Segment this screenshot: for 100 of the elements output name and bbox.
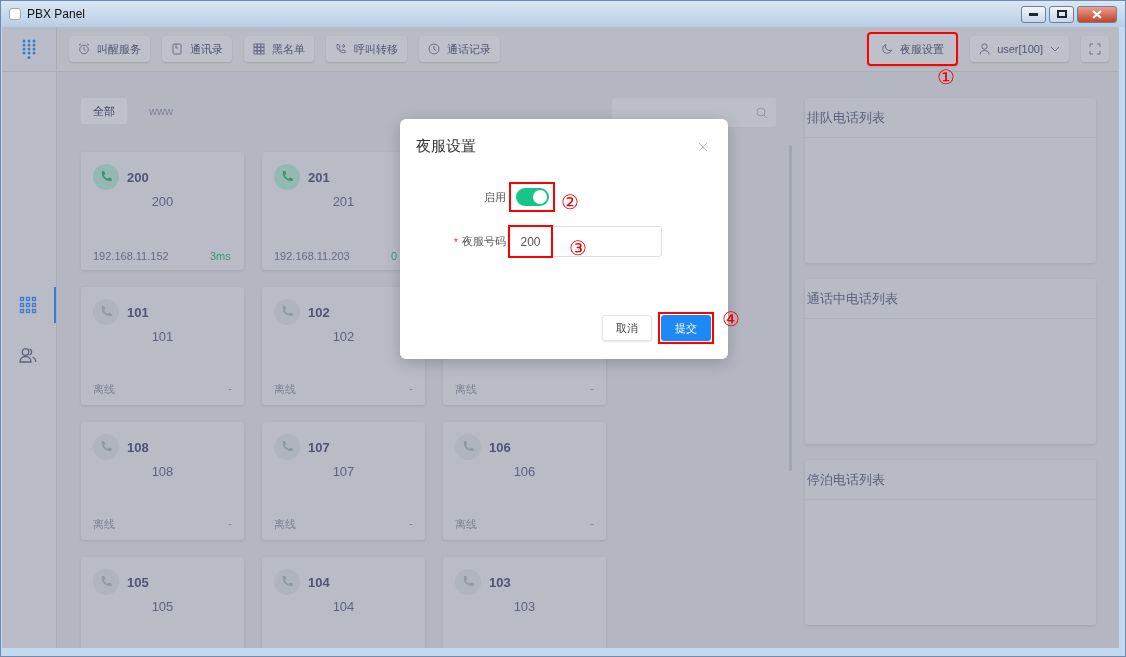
dialpad-logo-icon (22, 39, 36, 59)
extension-card[interactable]: 104 104 (262, 557, 425, 648)
phone-icon (280, 170, 294, 184)
latency-text: - (228, 517, 232, 531)
annotation-number: ① (937, 67, 955, 87)
night-service-button[interactable]: 夜服设置 (867, 32, 959, 66)
close-icon (1092, 9, 1102, 19)
phone-icon (99, 440, 113, 454)
people-icon (19, 347, 37, 363)
phone-icon (99, 305, 113, 319)
extension-status: 离线 (274, 517, 296, 532)
extension-card[interactable]: 108 108 离线 - (81, 422, 244, 540)
phone-forward-icon (335, 43, 347, 55)
extension-name: 103 (489, 574, 511, 590)
panel-title: 通话中电话列表 (807, 289, 898, 308)
extension-card[interactable]: 107 107 离线 - (262, 422, 425, 540)
fullscreen-button[interactable] (1081, 36, 1109, 62)
extension-name: 105 (127, 574, 149, 590)
latency-text: - (228, 382, 232, 396)
input-value: 200 (520, 234, 541, 249)
phone-icon (280, 305, 294, 319)
user-icon (979, 43, 991, 55)
extension-card[interactable]: 106 106 离线 - (443, 422, 606, 540)
extension-card[interactable]: 103 103 (443, 557, 606, 648)
extension-name: 102 (308, 304, 330, 320)
extension-name: 107 (308, 439, 330, 455)
extension-name: 108 (127, 439, 149, 455)
extension-status: 离线 (455, 517, 477, 532)
toolbar-button[interactable]: 呼叫转移 (326, 36, 407, 62)
alarm-clock-icon (78, 43, 90, 55)
extension-name: 200 (127, 169, 149, 185)
extension-number: 102 (331, 329, 356, 344)
dialpad-icon (19, 296, 37, 314)
extension-name: 201 (308, 169, 330, 185)
latency-text: - (409, 382, 413, 396)
user-menu-button[interactable]: user[100] (970, 36, 1069, 62)
phone-icon (461, 575, 475, 589)
maximize-button[interactable] (1049, 5, 1074, 23)
toolbar-button[interactable]: 通讯录 (162, 36, 232, 62)
fullscreen-icon (1089, 43, 1101, 55)
window-title: PBX Panel (27, 7, 86, 21)
close-button[interactable] (1077, 5, 1117, 23)
extension-status: 192.168.11.152 (93, 250, 169, 262)
maximize-icon (1056, 10, 1067, 18)
field-label: 夜服号码 (462, 234, 506, 249)
toolbar-button[interactable]: 通话记录 (419, 36, 500, 62)
panel-title: 排队电话列表 (807, 108, 885, 127)
extension-card[interactable]: 105 105 (81, 557, 244, 648)
extension-number: 101 (150, 329, 175, 344)
submit-button[interactable]: 提交 (661, 315, 711, 341)
phone-icon (99, 170, 113, 184)
toolbar-button[interactable]: 叫醒服务 (69, 36, 150, 62)
chevron-down-icon (1050, 46, 1060, 52)
required-mark: * (453, 235, 458, 248)
extension-card[interactable]: 102 102 离线 - (262, 287, 425, 405)
extension-card[interactable]: 101 101 离线 - (81, 287, 244, 405)
panel-title: 停泊电话列表 (807, 470, 885, 489)
latency-text: - (409, 517, 413, 531)
latency-text: - (590, 382, 594, 396)
extension-name: 104 (308, 574, 330, 590)
extension-status: 离线 (274, 382, 296, 397)
toolbar-button[interactable]: 黑名单 (244, 36, 314, 62)
extension-status: 192.168.11.203 (274, 250, 350, 262)
extension-number: 104 (331, 599, 356, 614)
clock-icon (428, 43, 440, 55)
extension-status: 离线 (455, 382, 477, 397)
extension-number: 108 (150, 464, 175, 479)
moon-icon (881, 43, 894, 55)
extension-number: 105 (150, 599, 175, 614)
extension-name: 106 (489, 439, 511, 455)
search-icon (756, 106, 768, 119)
grid-icon (253, 43, 265, 55)
close-icon[interactable] (698, 141, 708, 152)
book-icon (171, 43, 183, 55)
app-icon (9, 8, 21, 20)
annotation-number: ③ (569, 238, 587, 258)
extension-status: 离线 (93, 517, 115, 532)
extension-card[interactable]: 200 200 192.168.11.152 3ms (81, 152, 244, 270)
extension-status: 离线 (93, 382, 115, 397)
minimize-button[interactable] (1021, 5, 1046, 23)
extension-number: 107 (331, 464, 356, 479)
annotation-number: ④ (722, 309, 740, 329)
enable-switch[interactable] (516, 188, 549, 206)
phone-icon (280, 440, 294, 454)
phone-icon (461, 440, 475, 454)
phone-icon (280, 575, 294, 589)
filter-tab[interactable]: 全部 (81, 98, 127, 124)
minimize-icon (1029, 12, 1038, 16)
extension-name: 101 (127, 304, 149, 320)
extension-number: 103 (512, 599, 537, 614)
extension-number: 200 (150, 194, 175, 209)
latency-text: - (590, 517, 594, 531)
latency-text: 3ms (210, 250, 232, 262)
extension-number: 106 (512, 464, 537, 479)
extension-number: 201 (331, 194, 356, 209)
annotation-number: ② (561, 192, 579, 212)
cancel-button[interactable]: 取消 (602, 315, 652, 341)
field-label: 启用 (484, 189, 506, 205)
phone-icon (99, 575, 113, 589)
latency-text: 0 (391, 250, 399, 262)
